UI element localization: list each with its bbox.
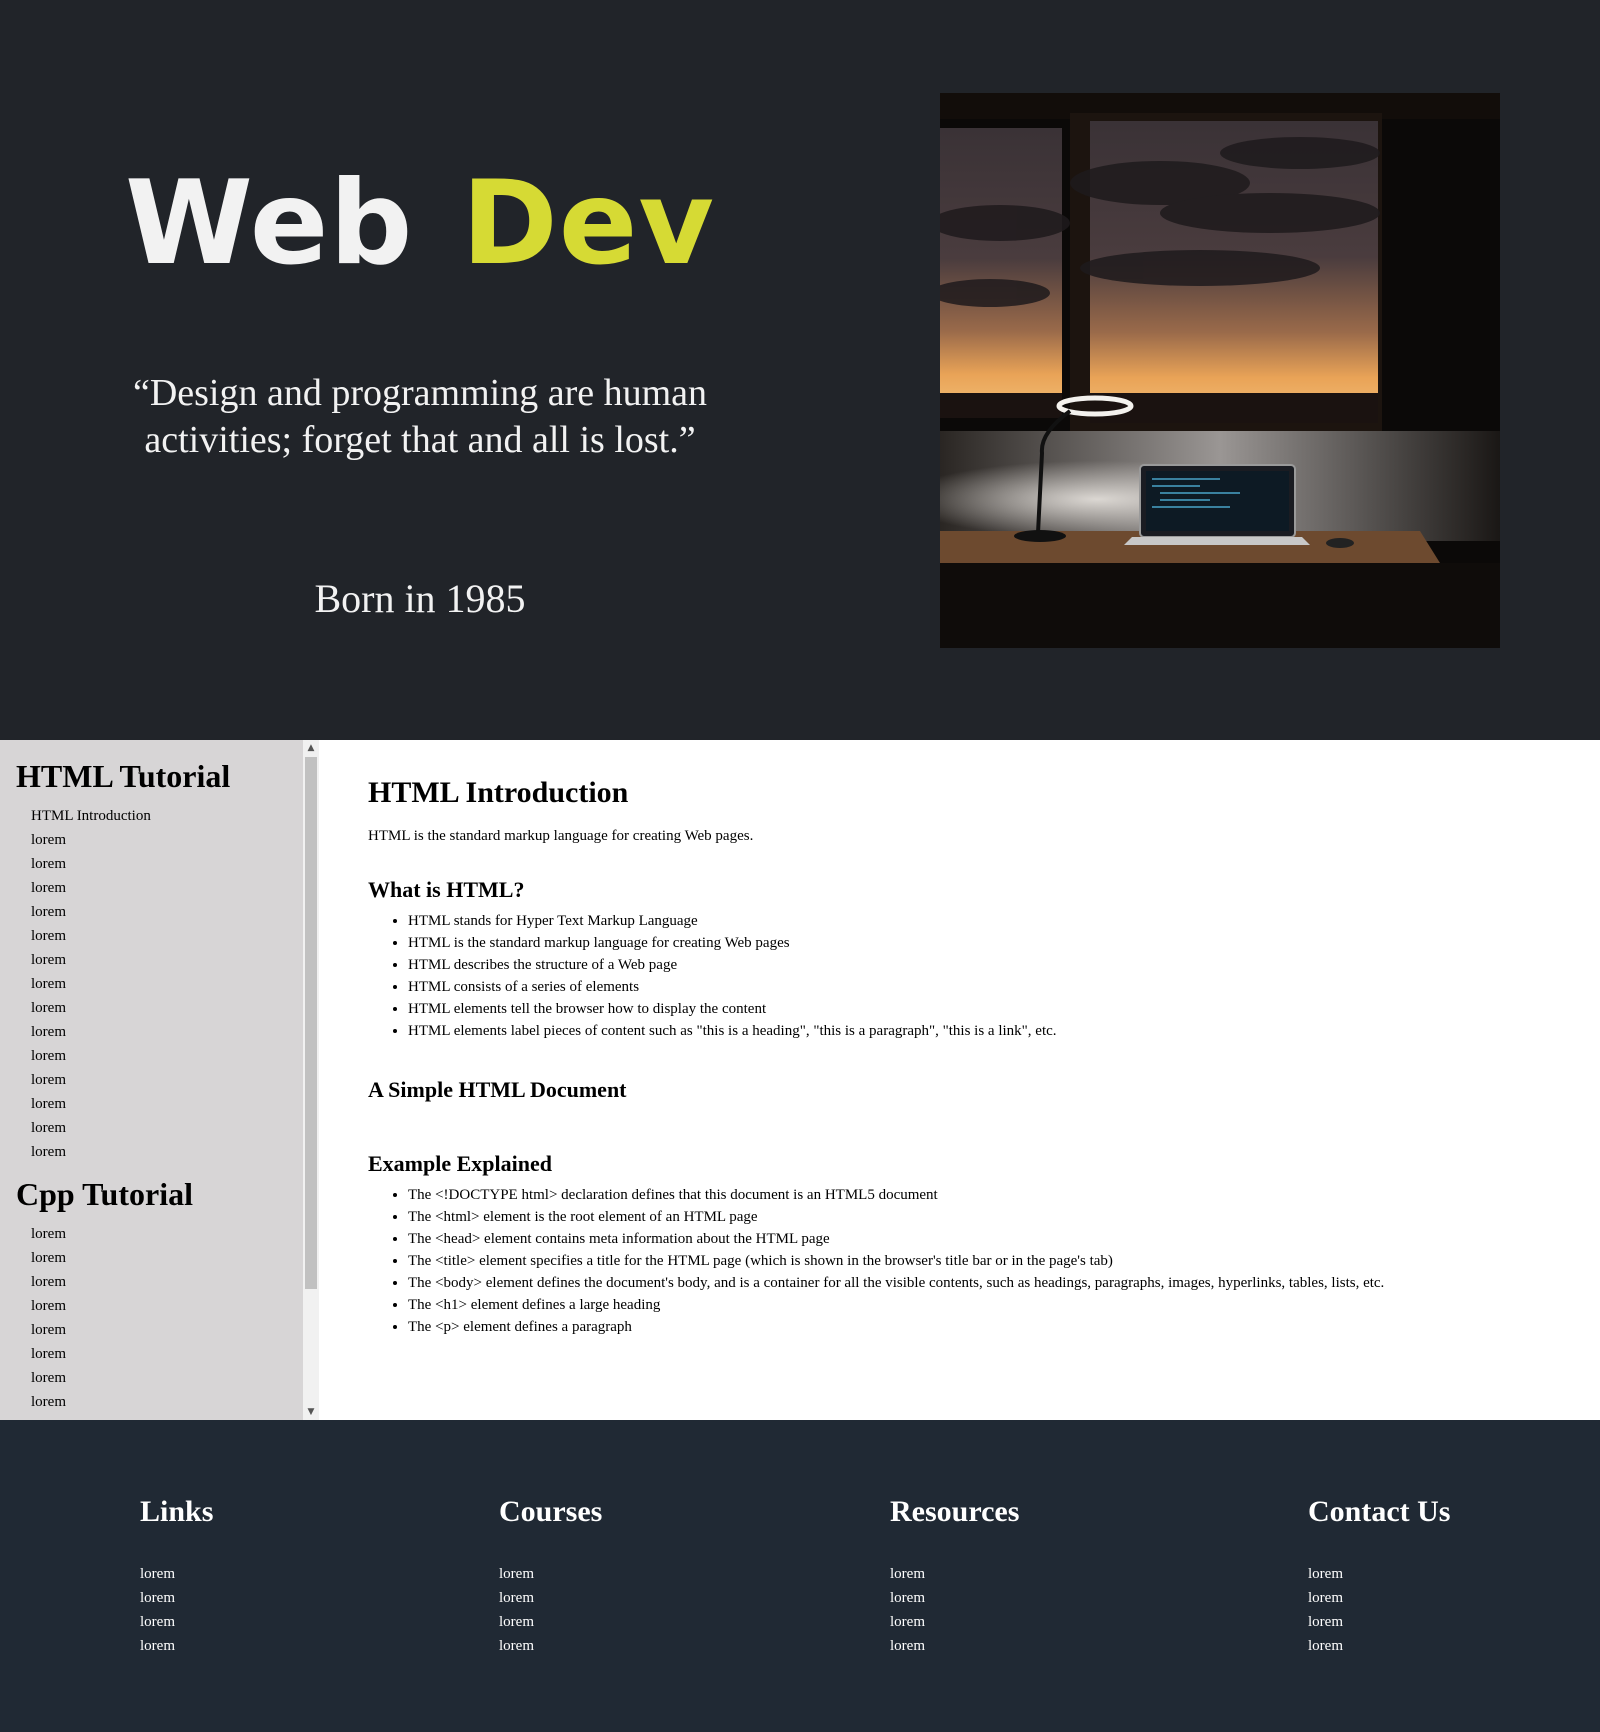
sidebar-item-html-introduction[interactable]: HTML Introduction xyxy=(0,804,319,828)
footer-column-contact: Contact Us lorem lorem lorem lorem xyxy=(1308,1492,1451,1658)
list-item: The <title> element specifies a title fo… xyxy=(408,1250,1568,1272)
site-footer: Links lorem lorem lorem lorem Courses lo… xyxy=(0,1420,1600,1732)
sidebar-item[interactable]: lorem xyxy=(0,1222,319,1246)
footer-link[interactable]: lorem xyxy=(140,1634,213,1658)
footer-link[interactable]: lorem xyxy=(1308,1562,1451,1586)
tutorial-section: HTML Tutorial HTML Introduction lorem lo… xyxy=(0,740,1600,1420)
content-title: HTML Introduction xyxy=(368,776,629,809)
list-item: HTML elements tell the browser how to di… xyxy=(408,998,1568,1020)
sidebar-scrollbar-thumb[interactable] xyxy=(305,757,317,1289)
workspace-illustration xyxy=(940,93,1500,648)
list-item: HTML is the standard markup language for… xyxy=(408,932,1568,954)
sidebar-item[interactable]: lorem xyxy=(0,1342,319,1366)
example-explained-list: The <!DOCTYPE html> declaration defines … xyxy=(368,1184,1568,1338)
scroll-up-arrow-icon[interactable]: ▲ xyxy=(303,740,319,756)
list-item: The <head> element contains meta informa… xyxy=(408,1228,1568,1250)
footer-column-title: Contact Us xyxy=(1308,1495,1451,1528)
what-is-html-list: HTML stands for Hyper Text Markup Langua… xyxy=(368,910,1568,1042)
list-item: HTML stands for Hyper Text Markup Langua… xyxy=(408,910,1568,932)
brand-logo: Web Dev xyxy=(0,160,840,288)
brand-word-web: Web xyxy=(124,156,414,291)
content-intro: HTML is the standard markup language for… xyxy=(368,828,754,844)
list-item: The <!DOCTYPE html> declaration defines … xyxy=(408,1184,1568,1206)
sidebar-item[interactable]: lorem xyxy=(0,1270,319,1294)
hero-workspace-image xyxy=(940,93,1500,648)
footer-column-title: Courses xyxy=(499,1495,603,1528)
footer-link[interactable]: lorem xyxy=(890,1634,1019,1658)
footer-column-resources: Resources lorem lorem lorem lorem xyxy=(890,1492,1019,1658)
what-is-html-heading: What is HTML? xyxy=(368,877,525,902)
footer-link[interactable]: lorem xyxy=(499,1562,602,1586)
list-item: The <body> element defines the document'… xyxy=(408,1272,1568,1294)
footer-link[interactable]: lorem xyxy=(1308,1610,1451,1634)
list-item: HTML elements label pieces of content su… xyxy=(408,1020,1568,1042)
footer-link[interactable]: lorem xyxy=(890,1586,1019,1610)
list-item: The <html> element is the root element o… xyxy=(408,1206,1568,1228)
sidebar-list-html: HTML Introduction lorem lorem lorem lore… xyxy=(0,804,319,1164)
sidebar-item[interactable]: lorem xyxy=(0,972,319,996)
footer-link-list: lorem lorem lorem lorem xyxy=(1308,1562,1451,1658)
sidebar-item[interactable]: lorem xyxy=(0,1318,319,1342)
footer-link[interactable]: lorem xyxy=(890,1562,1019,1586)
list-item: HTML describes the structure of a Web pa… xyxy=(408,954,1568,976)
sidebar-section-title: Cpp Tutorial xyxy=(16,1176,193,1212)
list-item: The <p> element defines a paragraph xyxy=(408,1316,1568,1338)
sidebar-item[interactable]: lorem xyxy=(0,1294,319,1318)
sidebar-item[interactable]: lorem xyxy=(0,1246,319,1270)
hero-born-text: Born in 1985 xyxy=(314,576,526,621)
footer-link-list: lorem lorem lorem lorem xyxy=(140,1562,213,1658)
footer-link[interactable]: lorem xyxy=(499,1610,602,1634)
sidebar-item[interactable]: lorem xyxy=(0,1044,319,1068)
sidebar-item[interactable]: lorem xyxy=(0,1020,319,1044)
footer-link[interactable]: lorem xyxy=(140,1562,213,1586)
hero-quote: “Design and programming are human activi… xyxy=(132,372,708,461)
sidebar-item[interactable]: lorem xyxy=(0,1390,319,1414)
footer-link[interactable]: lorem xyxy=(499,1634,602,1658)
list-item: The <h1> element defines a large heading xyxy=(408,1294,1568,1316)
footer-column-title: Resources xyxy=(890,1495,1020,1528)
sidebar-item[interactable]: lorem xyxy=(0,852,319,876)
scroll-down-arrow-icon[interactable]: ▼ xyxy=(303,1404,319,1420)
footer-column-links: Links lorem lorem lorem lorem xyxy=(140,1492,213,1658)
sidebar-section-title: HTML Tutorial xyxy=(16,758,231,794)
footer-link-list: lorem lorem lorem lorem xyxy=(499,1562,602,1658)
sidebar-list-cpp: lorem lorem lorem lorem lorem lorem lore… xyxy=(0,1222,319,1414)
footer-link[interactable]: lorem xyxy=(140,1610,213,1634)
tutorial-sidebar[interactable]: HTML Tutorial HTML Introduction lorem lo… xyxy=(0,740,319,1420)
sidebar-item[interactable]: lorem xyxy=(0,1116,319,1140)
brand-word-dev: Dev xyxy=(461,156,716,291)
example-explained-heading: Example Explained xyxy=(368,1151,552,1176)
footer-link[interactable]: lorem xyxy=(890,1610,1019,1634)
tutorial-content: HTML Introduction HTML is the standard m… xyxy=(368,740,1568,1338)
sidebar-item[interactable]: lorem xyxy=(0,1068,319,1092)
sidebar-item[interactable]: lorem xyxy=(0,900,319,924)
sidebar-item[interactable]: lorem xyxy=(0,924,319,948)
simple-document-heading: A Simple HTML Document xyxy=(368,1077,627,1102)
footer-link-list: lorem lorem lorem lorem xyxy=(890,1562,1019,1658)
sidebar-item[interactable]: lorem xyxy=(0,948,319,972)
list-item: HTML consists of a series of elements xyxy=(408,976,1568,998)
footer-link[interactable]: lorem xyxy=(140,1586,213,1610)
footer-column-title: Links xyxy=(140,1495,214,1528)
sidebar-item[interactable]: lorem xyxy=(0,1092,319,1116)
sidebar-item[interactable]: lorem xyxy=(0,828,319,852)
sidebar-item[interactable]: lorem xyxy=(0,996,319,1020)
hero-section: Web Dev “Design and programming are human… xyxy=(0,0,1600,740)
footer-link[interactable]: lorem xyxy=(499,1586,602,1610)
sidebar-item[interactable]: lorem xyxy=(0,1140,319,1164)
footer-link[interactable]: lorem xyxy=(1308,1586,1451,1610)
sidebar-item[interactable]: lorem xyxy=(0,876,319,900)
hero-text-block: Web Dev “Design and programming are human… xyxy=(0,0,840,740)
footer-link[interactable]: lorem xyxy=(1308,1634,1451,1658)
footer-column-courses: Courses lorem lorem lorem lorem xyxy=(499,1492,602,1658)
sidebar-item[interactable]: lorem xyxy=(0,1366,319,1390)
